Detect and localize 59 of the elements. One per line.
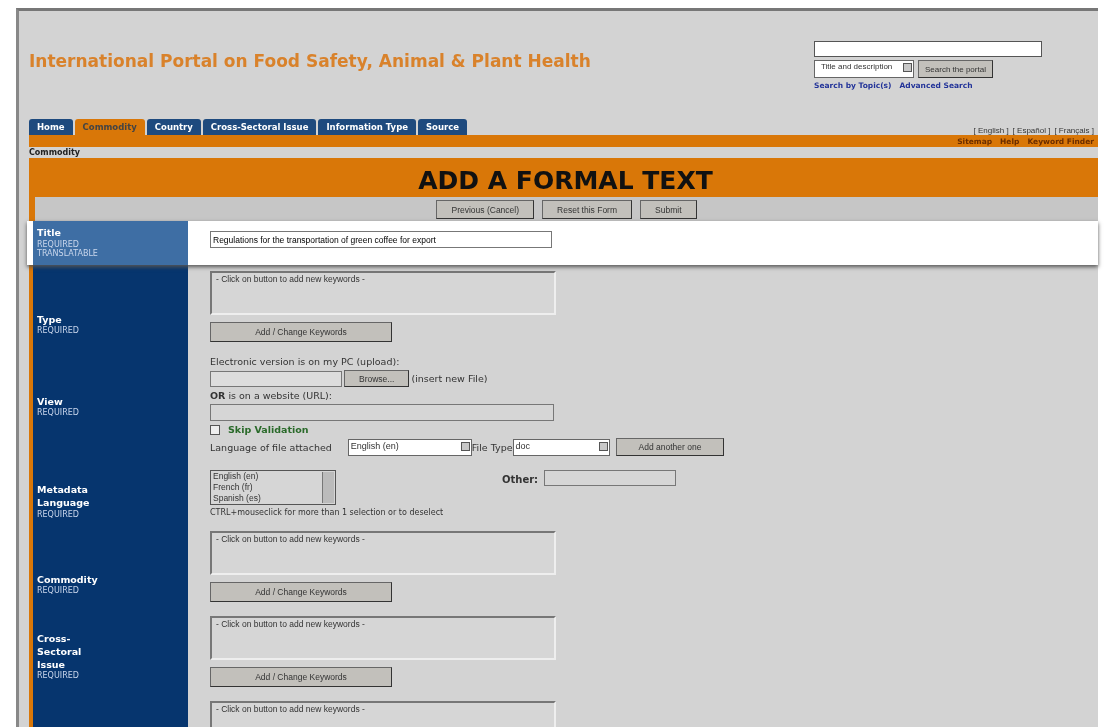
language-link[interactable]: [ Español ] — [1012, 126, 1051, 135]
listbox-option[interactable]: Spanish (es) — [211, 493, 321, 504]
nav-tab[interactable]: Cross-Sectoral Issue — [202, 119, 317, 135]
keywords-box[interactable]: - Click on button to add new keywords - — [210, 701, 556, 727]
url-field[interactable] — [210, 404, 554, 421]
keywords-button[interactable]: Add / Change Keywords — [210, 322, 392, 342]
upload-label: Electronic version is on my PC (upload): — [210, 356, 400, 367]
language-listbox[interactable]: English (en) French (fr) Spanish (es) — [210, 470, 336, 505]
field-note: REQUIRED — [37, 586, 80, 596]
other-field[interactable] — [544, 470, 677, 486]
file-type-label: File Type — [471, 441, 513, 453]
form-button[interactable]: Previous (Cancel) — [436, 200, 535, 219]
insert-note: (insert new File) — [411, 373, 488, 384]
scope-dropdown[interactable]: Title and description — [814, 60, 914, 78]
add-another-button[interactable]: Add another one — [615, 438, 725, 456]
field-note: REQUIRED — [37, 239, 80, 249]
listbox-option[interactable]: French (fr) — [211, 482, 321, 493]
nav-tab[interactable]: Source — [418, 119, 467, 135]
scrollbar-icon — [322, 472, 334, 503]
language-dropdown[interactable]: English (en) — [347, 438, 472, 456]
field-label: Cross-Sectoral Issue — [37, 632, 83, 671]
field-label: View — [37, 395, 64, 408]
file-field[interactable] — [210, 370, 342, 387]
listbox-option[interactable]: English (en) — [211, 471, 321, 482]
selection-hint: CTRL+mouseclick for more than 1 selection or to deselect — [210, 508, 444, 517]
form-button[interactable]: Submit — [640, 200, 697, 219]
language-link[interactable]: [ Français ] — [1054, 126, 1094, 135]
checkbox[interactable] — [210, 424, 220, 435]
form-heading: ADD A FORMAL TEXT — [417, 165, 714, 197]
keywords-box[interactable]: - Click on button to add new keywords - — [210, 531, 556, 575]
file-type-dropdown[interactable]: doc — [512, 438, 610, 456]
nav-tab[interactable]: Home — [29, 119, 73, 135]
nav-tab[interactable]: Information Type — [318, 119, 416, 135]
field-label: Commodity — [37, 573, 97, 586]
search-field[interactable] — [814, 41, 1042, 57]
breadcrumb: Commodity — [29, 147, 82, 158]
nav-tab[interactable]: Country — [146, 119, 201, 135]
field-label: Metadata Language — [37, 484, 91, 510]
keywords-box[interactable]: - Click on button to add new keywords - — [210, 271, 556, 315]
skip-validation-label: Skip Validation — [228, 424, 309, 435]
field-note: TRANSLATABLE — [37, 249, 99, 259]
language-link[interactable]: [ English ] — [973, 126, 1009, 135]
keywords-box[interactable]: - Click on button to add new keywords - — [210, 616, 556, 660]
keywords-button[interactable]: Add / Change Keywords — [210, 667, 392, 687]
keywords-button[interactable]: Add / Change Keywords — [210, 582, 392, 602]
form-button[interactable]: Reset this Form — [542, 200, 633, 219]
field-label: Type — [37, 313, 63, 326]
field-note: REQUIRED — [37, 326, 80, 336]
portal-title: International Portal on Food Safety, Animal & Plant Health — [29, 50, 591, 73]
field-label: Title — [37, 227, 62, 240]
field-note: REQUIRED — [37, 408, 80, 418]
url-label: OR is on a website (URL): — [210, 390, 332, 401]
other-label: Other: — [502, 474, 539, 485]
browse-button[interactable]: Browse... — [344, 370, 410, 387]
field-note: REQUIRED — [37, 671, 80, 681]
search-button[interactable]: Search the portal — [918, 60, 993, 78]
field-note: REQUIRED — [37, 509, 80, 520]
language-label: Language of file attached — [210, 441, 332, 453]
title-input[interactable]: Regulations for the transportation of green coffee for export — [210, 231, 552, 248]
